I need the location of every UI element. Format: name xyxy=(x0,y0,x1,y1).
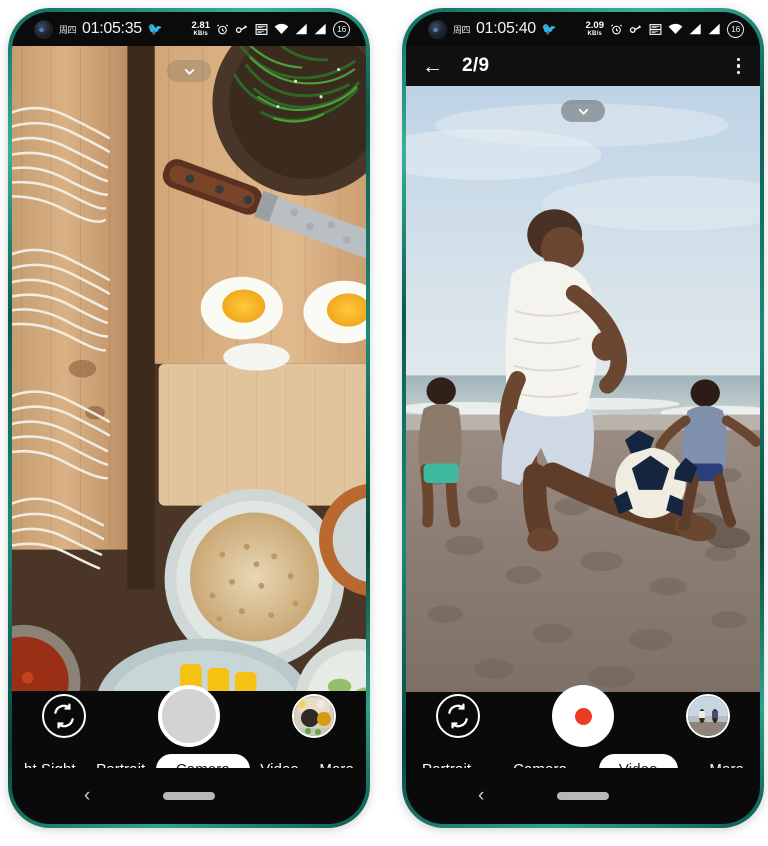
network-speed-unit: KB/s xyxy=(193,30,208,37)
phone-right: 周四 01:05:40 🐦 2.09 KB/s 16 ← 2/9 ‹ xyxy=(402,8,764,828)
viewfinder-expand-chevron-right[interactable] xyxy=(561,100,605,122)
vpn-box-icon xyxy=(255,23,268,36)
vpn-box-icon xyxy=(649,23,662,36)
key-icon xyxy=(235,23,249,36)
network-speed-indicator: 2.81 KB/s xyxy=(192,21,211,37)
status-bar-right: 周四 01:05:40 🐦 2.09 KB/s 16 xyxy=(406,12,760,46)
front-camera-punchhole xyxy=(34,19,53,39)
signal-icon xyxy=(708,23,721,35)
record-button[interactable] xyxy=(552,685,614,747)
network-speed-indicator: 2.09 KB/s xyxy=(586,21,605,37)
food-flatlay-photo xyxy=(12,46,366,692)
camera-flip-icon xyxy=(448,703,468,729)
network-speed-unit: KB/s xyxy=(587,30,602,37)
signal-icon xyxy=(295,23,308,35)
wifi-icon xyxy=(668,23,683,35)
front-camera-punchhole xyxy=(428,19,447,39)
status-bar-left: 周四 01:05:35 🐦 2.81 KB/s 16 xyxy=(12,12,366,46)
signal-icon xyxy=(314,23,327,35)
camera-flip-button[interactable] xyxy=(436,694,480,738)
bird-emoji-icon: 🐦 xyxy=(541,22,557,36)
camera-flip-button[interactable] xyxy=(42,694,86,738)
phone-right-screen: 周四 01:05:40 🐦 2.09 KB/s 16 ← 2/9 ‹ xyxy=(406,12,760,824)
phone-left: 周四 01:05:35 🐦 2.81 KB/s 16 ‹ xyxy=(8,8,370,828)
back-chevron-icon[interactable]: ‹ xyxy=(84,785,90,807)
status-clock: 01:05:40 xyxy=(476,20,536,37)
signal-icon xyxy=(689,23,702,35)
camera-viewfinder-left[interactable]: ht Sight Portrait Camera Video More xyxy=(12,46,366,824)
thumbnail-image xyxy=(294,696,334,736)
overflow-menu-icon[interactable] xyxy=(733,54,745,79)
battery-indicator: 16 xyxy=(333,20,350,38)
navigation-bar-left: ‹ xyxy=(12,768,366,824)
status-weekday: 周四 xyxy=(453,24,471,35)
shutter-button[interactable] xyxy=(158,685,220,747)
camera-controls-left xyxy=(12,684,366,748)
camera-controls-right xyxy=(406,684,760,748)
navigation-bar-right: ‹ xyxy=(406,768,760,824)
status-weekday: 周四 xyxy=(59,24,77,35)
alarm-icon xyxy=(216,23,229,36)
wifi-icon xyxy=(274,23,289,35)
chevron-down-icon xyxy=(578,108,588,115)
network-speed-value: 2.81 xyxy=(191,20,211,32)
phone-left-body: 周四 01:05:35 🐦 2.81 KB/s 16 ‹ xyxy=(12,12,366,824)
camera-viewfinder-right[interactable]: Portrait Camera Video More xyxy=(406,86,760,824)
screenshot-stage: 周四 01:05:35 🐦 2.81 KB/s 16 ‹ 周四 01:05:40… xyxy=(0,0,768,846)
bird-emoji-icon: 🐦 xyxy=(147,22,163,36)
viewfinder-expand-chevron-left[interactable] xyxy=(167,60,211,82)
chevron-down-icon xyxy=(184,68,194,75)
gallery-header: ← 2/9 xyxy=(406,46,760,86)
battery-indicator: 16 xyxy=(727,20,744,38)
thumbnail-image xyxy=(688,696,728,736)
gallery-page-title: 2/9 xyxy=(462,55,490,76)
key-icon xyxy=(629,23,643,36)
alarm-icon xyxy=(610,23,623,36)
phone-right-body: 周四 01:05:40 🐦 2.09 KB/s 16 ← 2/9 ‹ xyxy=(406,12,760,824)
back-chevron-icon[interactable]: ‹ xyxy=(478,785,484,807)
last-photo-thumbnail[interactable] xyxy=(292,694,336,738)
home-pill-indicator[interactable] xyxy=(557,792,609,800)
back-arrow-icon[interactable]: ← xyxy=(422,56,456,77)
status-clock: 01:05:35 xyxy=(82,20,142,37)
beach-football-photo xyxy=(406,86,760,693)
network-speed-value: 2.09 xyxy=(585,20,605,32)
home-pill-indicator[interactable] xyxy=(163,792,215,800)
phone-left-screen: 周四 01:05:35 🐦 2.81 KB/s 16 ‹ xyxy=(12,12,366,824)
record-dot-icon xyxy=(574,707,592,725)
last-video-thumbnail[interactable] xyxy=(686,694,730,738)
camera-flip-icon xyxy=(54,703,74,729)
